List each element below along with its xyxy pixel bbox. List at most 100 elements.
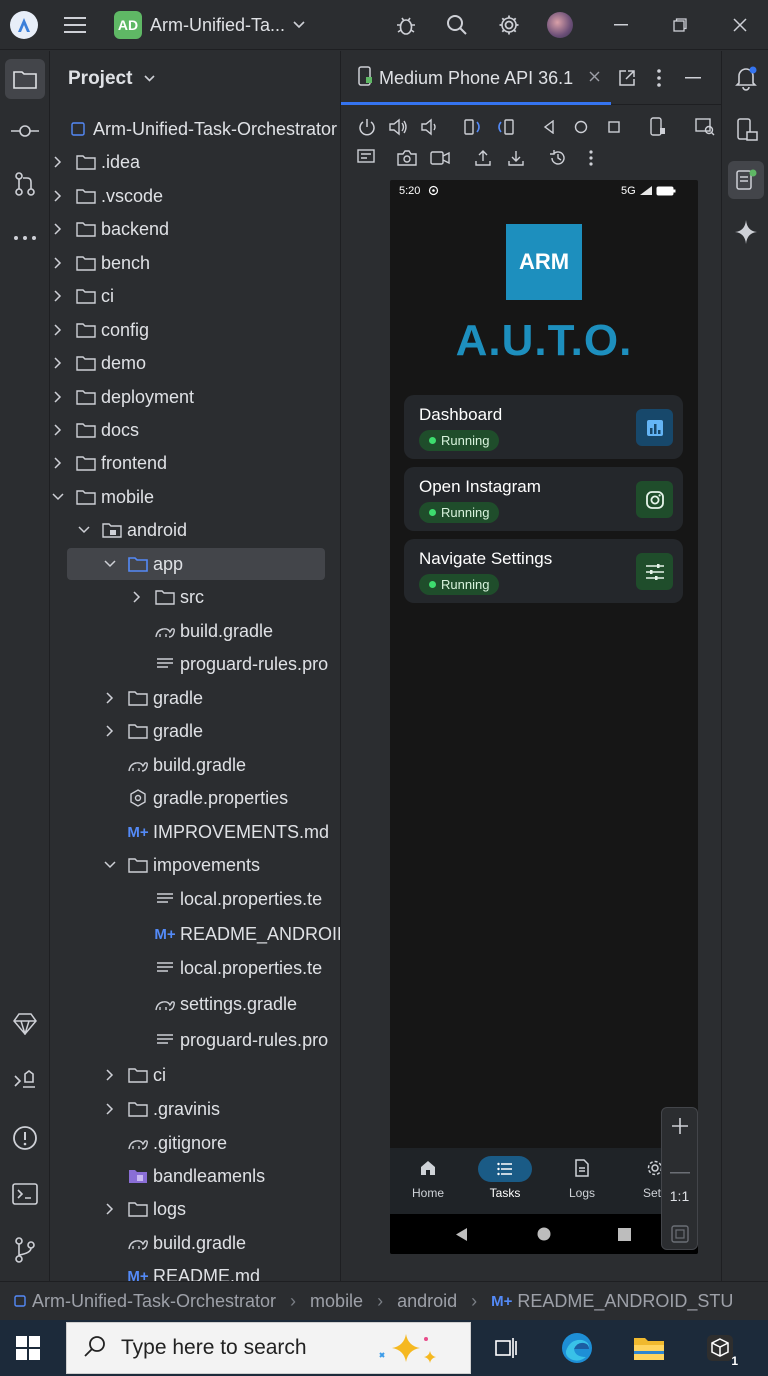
- tree-item[interactable]: proguard-rules.pro: [51, 1024, 340, 1056]
- tree-item[interactable]: local.properties.te: [51, 883, 340, 915]
- tree-item[interactable]: M+ README.md: [51, 1260, 340, 1282]
- tree-item[interactable]: proguard-rules.pro: [51, 648, 340, 680]
- zoom-out-icon[interactable]: [670, 1161, 690, 1179]
- tree-item[interactable]: demo: [51, 347, 340, 379]
- bug-icon[interactable]: [390, 9, 422, 41]
- open-external-icon[interactable]: [613, 64, 641, 92]
- chevron-down-icon[interactable]: [51, 490, 65, 504]
- taskbar-search-input[interactable]: Type here to search: [66, 1322, 471, 1374]
- windows-start-icon[interactable]: [8, 1328, 48, 1368]
- tree-item[interactable]: frontend: [51, 447, 340, 479]
- breadcrumb-item-root[interactable]: Arm-Unified-Task-Orchestrator: [14, 1291, 276, 1312]
- app-box-icon[interactable]: 1: [700, 1328, 740, 1368]
- home-button-icon[interactable]: [567, 113, 595, 141]
- tree-item[interactable]: .idea: [51, 146, 340, 178]
- chevron-right-icon[interactable]: [103, 691, 117, 705]
- device-explorer-icon[interactable]: [735, 118, 759, 147]
- tree-item[interactable]: gradle: [51, 682, 340, 714]
- tree-item[interactable]: .vscode: [51, 180, 340, 212]
- download-icon[interactable]: [502, 144, 530, 172]
- layout-inspector-icon[interactable]: [691, 113, 719, 141]
- chevron-right-icon[interactable]: [51, 323, 65, 337]
- task-view-icon[interactable]: [486, 1328, 526, 1368]
- power-icon[interactable]: [353, 113, 381, 141]
- upload-icon[interactable]: [469, 144, 497, 172]
- close-tab-icon[interactable]: [589, 69, 600, 87]
- record-video-icon[interactable]: [426, 144, 454, 172]
- tree-item[interactable]: logs: [51, 1193, 340, 1225]
- tree-item[interactable]: ci: [51, 1059, 340, 1091]
- zoom-fit-icon[interactable]: [671, 1225, 689, 1248]
- back-icon[interactable]: [535, 113, 563, 141]
- tree-item[interactable]: settings.gradle: [51, 988, 340, 1020]
- tree-item[interactable]: M+ README_ANDROID: [51, 918, 340, 950]
- tab-options-icon[interactable]: [645, 64, 673, 92]
- task-card[interactable]: Open Instagram Running: [404, 467, 683, 531]
- overview-icon[interactable]: [600, 113, 628, 141]
- tree-item[interactable]: app: [67, 548, 325, 580]
- gear-icon[interactable]: [493, 9, 525, 41]
- chevron-down-icon[interactable]: [103, 557, 117, 571]
- chevron-right-icon[interactable]: [51, 155, 65, 169]
- close-icon[interactable]: [725, 10, 755, 40]
- tree-item[interactable]: bandleamenls: [51, 1160, 340, 1192]
- chart-icon[interactable]: [636, 409, 673, 446]
- project-switcher[interactable]: AD Arm-Unified-Ta...: [114, 9, 305, 41]
- nav-recents-icon[interactable]: [618, 1228, 631, 1246]
- chevron-right-icon[interactable]: [51, 222, 65, 236]
- tree-item[interactable]: config: [51, 314, 340, 346]
- task-card[interactable]: Navigate Settings Running: [404, 539, 683, 603]
- tree-item[interactable]: build.gradle: [51, 615, 340, 647]
- breadcrumb-item-android[interactable]: android: [397, 1291, 457, 1312]
- chevron-right-icon[interactable]: [51, 189, 65, 203]
- tree-item[interactable]: impovements: [51, 849, 340, 881]
- tree-item[interactable]: gradle: [51, 715, 340, 747]
- device-security-icon[interactable]: [644, 113, 672, 141]
- screenshot-icon[interactable]: [393, 144, 421, 172]
- file-explorer-icon[interactable]: [629, 1328, 669, 1368]
- nav-back-icon[interactable]: [454, 1227, 468, 1247]
- tree-item[interactable]: bench: [51, 247, 340, 279]
- device-manager-icon[interactable]: [353, 144, 381, 172]
- search-icon[interactable]: [441, 9, 473, 41]
- chevron-right-icon[interactable]: [103, 1068, 117, 1082]
- avatar[interactable]: [547, 12, 573, 38]
- tree-item[interactable]: mobile: [51, 481, 340, 513]
- nav-tab-logs[interactable]: Logs: [547, 1156, 617, 1200]
- sliders-icon[interactable]: [636, 553, 673, 590]
- tree-item[interactable]: deployment: [51, 381, 340, 413]
- tab-running-device[interactable]: Medium Phone API 36.1: [341, 51, 611, 105]
- tree-item[interactable]: .gitignore: [51, 1127, 340, 1159]
- chevron-right-icon[interactable]: [103, 724, 117, 738]
- breadcrumb-item-mobile[interactable]: mobile: [310, 1291, 363, 1312]
- chevron-right-icon[interactable]: [51, 289, 65, 303]
- tree-item[interactable]: src: [51, 581, 340, 613]
- chevron-right-icon[interactable]: [130, 590, 144, 604]
- task-card[interactable]: Dashboard Running: [404, 395, 683, 459]
- tree-item[interactable]: local.properties.te: [51, 952, 340, 984]
- ai-assistant-icon[interactable]: [734, 219, 758, 250]
- chevron-right-icon[interactable]: [103, 1102, 117, 1116]
- zoom-in-icon[interactable]: [670, 1116, 690, 1141]
- more-options-icon[interactable]: [577, 144, 605, 172]
- problems-icon[interactable]: [5, 1118, 45, 1158]
- app-logo-icon[interactable]: [10, 11, 38, 39]
- tree-item[interactable]: backend: [51, 213, 340, 245]
- tree-item[interactable]: docs: [51, 414, 340, 446]
- more-tools-icon[interactable]: [5, 218, 45, 258]
- nav-tab-tasks[interactable]: Tasks: [470, 1156, 540, 1200]
- project-panel-header[interactable]: Project: [68, 68, 155, 90]
- breadcrumb-item-file[interactable]: M+ README_ANDROID_STU: [491, 1291, 733, 1312]
- chevron-down-icon[interactable]: [77, 523, 91, 537]
- instagram-icon[interactable]: [636, 481, 673, 518]
- minimize-icon[interactable]: [606, 10, 636, 40]
- snapshot-icon[interactable]: [544, 144, 572, 172]
- rotate-right-icon[interactable]: [491, 113, 519, 141]
- zoom-actual-size[interactable]: 1:1: [662, 1188, 697, 1204]
- tree-item[interactable]: build.gradle: [51, 1227, 340, 1259]
- git-icon[interactable]: [5, 1230, 45, 1270]
- nav-tab-home[interactable]: Home: [393, 1156, 463, 1200]
- hide-panel-icon[interactable]: [679, 64, 707, 92]
- project-tool-icon[interactable]: [5, 59, 45, 99]
- volume-down-icon[interactable]: [415, 113, 443, 141]
